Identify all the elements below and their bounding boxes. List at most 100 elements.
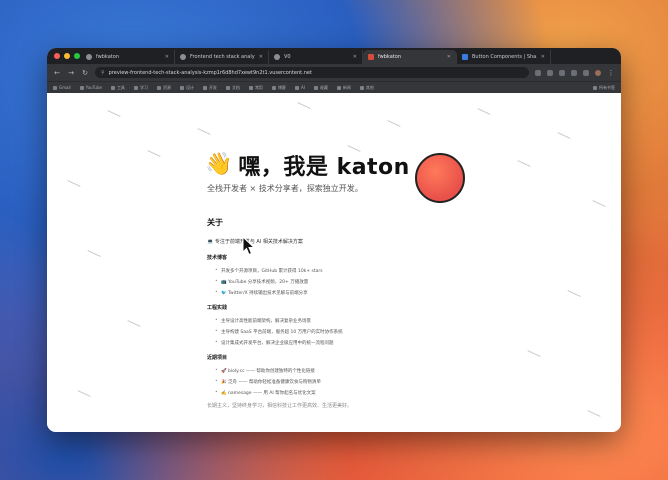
decorative-streak (587, 410, 601, 417)
folder-icon (294, 85, 299, 90)
back-arrow-icon[interactable]: ← (53, 69, 61, 77)
folder-icon (110, 85, 115, 90)
bookmark-item[interactable]: 收藏 (313, 85, 328, 91)
close-icon[interactable]: ✕ (165, 54, 169, 60)
tab-label: V0 (284, 54, 291, 60)
decorative-streak (77, 390, 91, 397)
bookmark-item[interactable]: 学习 (133, 85, 148, 91)
decorative-streak (477, 108, 491, 115)
folder-icon (359, 85, 364, 90)
bookmark-item[interactable]: 资源 (156, 85, 171, 91)
folder-icon (271, 85, 276, 90)
decorative-streak (387, 120, 401, 127)
list-item: 📺 YouTube 分享技术视频，20+ 万播放量 (215, 279, 352, 285)
folder-icon (202, 85, 207, 90)
decorative-streak (147, 150, 161, 157)
katon-icon (368, 54, 374, 60)
list-item: 🐦 Twitter/X 持续输出技术见解与前端分享 (215, 290, 352, 296)
list-item[interactable]: 🎉 泛舟 —— 帮助你轻松准备健康饮食与购物清单 (215, 379, 352, 385)
tab-frontend-analysis[interactable]: Frontend tech stack analysi ✕ (175, 50, 269, 64)
address-bar[interactable]: ⚲ preview-frontend-tech-stack-analysis-k… (95, 67, 529, 78)
about-heading: 关于 (207, 218, 223, 227)
site-info-icon[interactable]: ⚲ (101, 70, 105, 76)
decorative-streak (127, 320, 141, 327)
all-bookmarks[interactable]: 所有书签 (593, 85, 615, 91)
hero-heading: 👋 嘿，我是 katon (205, 149, 410, 181)
close-icon[interactable]: ✕ (259, 54, 263, 60)
bookmark-item[interactable]: 工具 (110, 85, 125, 91)
list-item: 主导设计高性能前端架构，解决复杂业务场景 (215, 318, 352, 324)
group-heading-projects: 近期项目 (207, 355, 228, 361)
bookmark-item[interactable]: 其他 (359, 85, 374, 91)
page-title: 嘿，我是 katon (238, 155, 410, 180)
bookmark-item[interactable]: Gmail (53, 85, 71, 90)
tab-label: fwbkaton (378, 54, 401, 60)
tab-label: Frontend tech stack analysi (190, 54, 255, 60)
page-content: 👋 嘿，我是 katon 全栈开发者 × 技术分享者，探索独立开发。 关于 💻 … (47, 93, 621, 432)
about-intro: 💻 专注于前端开发与 AI 相关技术解决方案 (207, 239, 303, 245)
browser-toolbar: ← → ↻ ⚲ preview-frontend-tech-stack-anal… (47, 64, 621, 81)
bookmark-item[interactable]: 新闻 (336, 85, 351, 91)
projects-list: 🚀 bioly.cc —— 帮助你创建独特的个性化链接 🎉 泛舟 —— 帮助你轻… (207, 368, 352, 396)
close-icon[interactable]: ✕ (541, 54, 545, 60)
list-item[interactable]: ✍️ namesage —— 用 AI 帮你起名与优化文案 (215, 390, 352, 396)
avatar (415, 153, 465, 203)
decorative-streak (557, 132, 571, 139)
bookmark-item[interactable]: 常用 (248, 85, 263, 91)
folder-icon (313, 85, 318, 90)
decorative-streak (297, 102, 311, 109)
decorative-streak (87, 250, 101, 257)
minimize-window-button[interactable] (64, 53, 70, 59)
bookmark-star-icon[interactable] (547, 69, 553, 76)
blog-list: 开发多个开源项目，GitHub 累计获得 10k+ stars 📺 YouTub… (207, 268, 352, 296)
folder-icon (53, 85, 57, 90)
tab-label: fwbkaton (96, 54, 119, 60)
profile-avatar-icon[interactable] (595, 69, 601, 76)
decorative-streak (592, 200, 606, 207)
reload-icon[interactable]: ↻ (81, 69, 89, 77)
folder-icon (156, 85, 161, 90)
folder-icon (179, 85, 184, 90)
engineering-list: 主导设计高性能前端架构，解决复杂业务场景 主导构建 SaaS 平台前端，服务超 … (207, 318, 352, 346)
globe-icon (274, 54, 280, 60)
bookmark-item[interactable]: AI (294, 85, 305, 90)
bookmark-item[interactable]: 设计 (179, 85, 194, 91)
folder-icon (225, 85, 230, 90)
tab-button-components[interactable]: Button Components | Sha.cn ✕ (457, 50, 551, 64)
menu-kebab-icon[interactable]: ⋮ (607, 69, 615, 77)
forward-arrow-icon[interactable]: → (67, 69, 75, 77)
decorative-streak (67, 180, 81, 187)
folder-icon (593, 85, 597, 90)
list-item[interactable]: 🚀 bioly.cc —— 帮助你创建独特的个性化链接 (215, 368, 352, 374)
globe-icon (180, 54, 186, 60)
tab-fwbkaton-active[interactable]: fwbkaton ✕ (363, 50, 457, 64)
folder-icon (336, 85, 341, 90)
page-subtitle: 全栈开发者 × 技术分享者，探索独立开发。 (207, 184, 363, 193)
tab-fwbkaton-1[interactable]: fwbkaton ✕ (81, 50, 175, 64)
bookmark-item[interactable]: 博客 (271, 85, 286, 91)
close-icon[interactable]: ✕ (447, 54, 451, 60)
list-item: 主导构建 SaaS 平台前端，服务超 10 万用户的实时协作系统 (215, 329, 352, 335)
about-section: 关于 💻 专注于前端开发与 AI 相关技术解决方案 技术博客 开发多个开源项目，… (207, 217, 352, 409)
group-heading-blog: 技术博客 (207, 255, 228, 261)
window-controls (54, 53, 80, 59)
bookmark-item[interactable]: 开发 (202, 85, 217, 91)
list-item: 设计集成式开发平台，解决企业级应用中的统一流程问题 (215, 340, 352, 346)
waving-hand-icon: 👋 (205, 152, 233, 177)
url-text: preview-frontend-tech-stack-analysis-kzm… (108, 69, 312, 76)
extension-icon[interactable] (583, 69, 589, 76)
decorative-streak (197, 128, 211, 135)
folder-icon (79, 85, 84, 90)
translate-icon[interactable] (535, 69, 541, 76)
bookmark-item[interactable]: 文档 (225, 85, 240, 91)
tab-strip: fwbkaton ✕ Frontend tech stack analysi ✕… (47, 48, 621, 64)
maximize-window-button[interactable] (74, 53, 80, 59)
tab-v0[interactable]: V0 ✕ (269, 50, 363, 64)
extension-icon[interactable] (559, 69, 565, 76)
decorative-streak (567, 290, 581, 297)
close-icon[interactable]: ✕ (353, 54, 357, 60)
close-window-button[interactable] (54, 53, 60, 59)
mouse-cursor-icon (242, 236, 256, 256)
bookmark-item[interactable]: YouTube (79, 85, 102, 90)
extension-icon[interactable] (571, 69, 577, 76)
